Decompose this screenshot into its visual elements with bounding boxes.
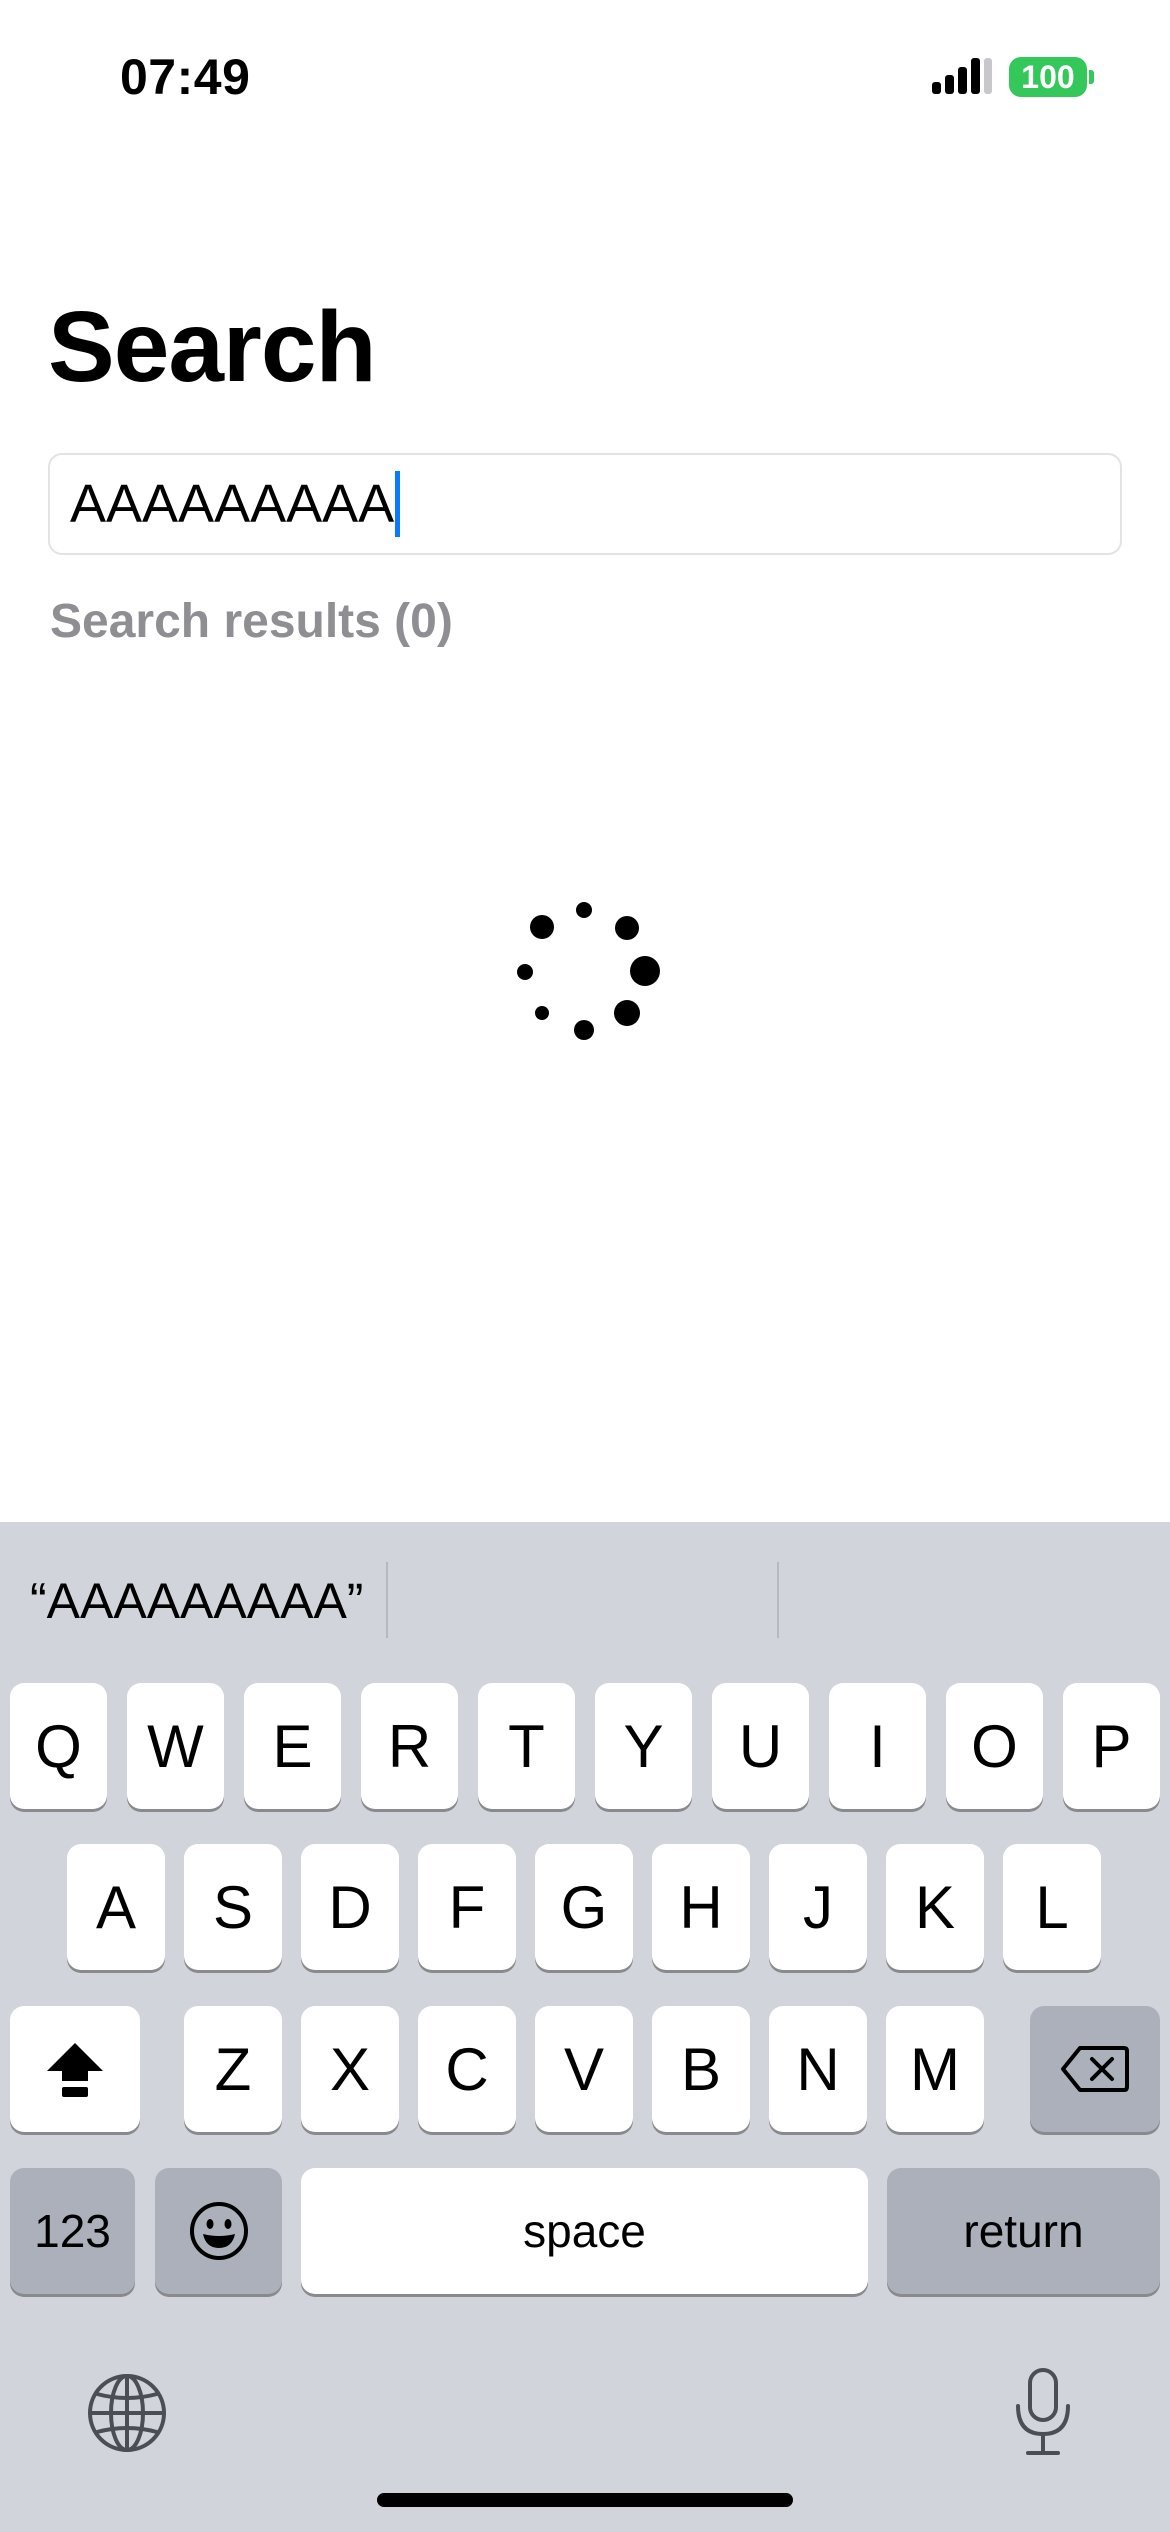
key-f[interactable]: F (418, 1844, 516, 1970)
key-c[interactable]: C (418, 2006, 516, 2132)
home-indicator[interactable] (377, 2493, 793, 2507)
key-n[interactable]: N (769, 2006, 867, 2132)
cellular-signal-icon (932, 58, 992, 94)
emoji-key[interactable] (155, 2168, 282, 2294)
suggestion-bar: “AAAAAAAAA” (0, 1522, 1170, 1672)
backspace-icon (1061, 2046, 1129, 2092)
key-d[interactable]: D (301, 1844, 399, 1970)
search-input-value: AAAAAAAAA (70, 474, 395, 534)
battery-indicator: 100 (1009, 57, 1087, 97)
return-key[interactable]: return (887, 2168, 1160, 2294)
key-p[interactable]: P (1063, 1683, 1160, 1809)
key-s[interactable]: S (184, 1844, 282, 1970)
search-input[interactable]: AAAAAAAAA (48, 453, 1122, 555)
key-a[interactable]: A (67, 1844, 165, 1970)
key-z[interactable]: Z (184, 2006, 282, 2132)
key-m[interactable]: M (886, 2006, 984, 2132)
key-e[interactable]: E (244, 1683, 341, 1809)
shift-icon (47, 2043, 103, 2097)
key-b[interactable]: B (652, 2006, 750, 2132)
key-y[interactable]: Y (595, 1683, 692, 1809)
activity-spinner-icon (517, 902, 660, 1040)
key-k[interactable]: K (886, 1844, 984, 1970)
key-w[interactable]: W (127, 1683, 224, 1809)
microphone-icon[interactable] (1008, 2366, 1078, 2458)
numbers-key[interactable]: 123 (10, 2168, 135, 2294)
backspace-key[interactable] (1030, 2006, 1160, 2132)
battery-level: 100 (1021, 58, 1075, 95)
emoji-icon (189, 2202, 248, 2260)
key-q[interactable]: Q (10, 1683, 107, 1809)
suggestion-divider (777, 1562, 779, 1638)
suggestion-divider (386, 1562, 388, 1638)
globe-icon[interactable] (86, 2372, 168, 2454)
page-title: Search (48, 291, 377, 403)
shift-key[interactable] (10, 2006, 140, 2132)
key-x[interactable]: X (301, 2006, 399, 2132)
key-o[interactable]: O (946, 1683, 1043, 1809)
key-t[interactable]: T (478, 1683, 575, 1809)
suggestion-1[interactable]: “AAAAAAAAA” (30, 1572, 363, 1630)
text-caret (395, 471, 401, 537)
space-key[interactable]: space (301, 2168, 868, 2294)
battery-nub (1089, 70, 1094, 84)
key-u[interactable]: U (712, 1683, 809, 1809)
key-g[interactable]: G (535, 1844, 633, 1970)
key-j[interactable]: J (769, 1844, 867, 1970)
search-screen: 07:49 100 Search AAAAAAAAA Search result… (0, 0, 1170, 2532)
key-i[interactable]: I (829, 1683, 926, 1809)
key-r[interactable]: R (361, 1683, 458, 1809)
search-results-count: Search results (0) (50, 595, 453, 648)
key-h[interactable]: H (652, 1844, 750, 1970)
keyboard: “AAAAAAAAA” Q W E R T Y U I O P A S D F … (0, 1522, 1170, 2532)
key-v[interactable]: V (535, 2006, 633, 2132)
status-time: 07:49 (120, 49, 251, 105)
key-l[interactable]: L (1003, 1844, 1101, 1970)
